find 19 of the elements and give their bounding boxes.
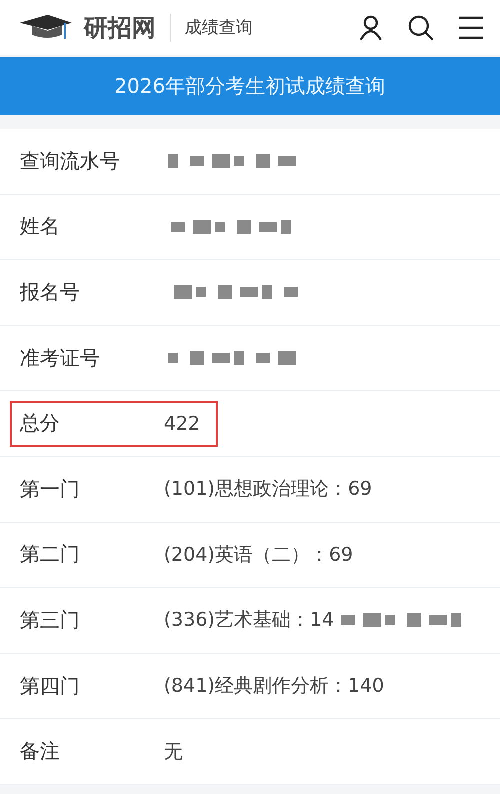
field-value: (336)艺术基础：14 — [164, 608, 334, 634]
field-label: 第四门 — [20, 672, 81, 700]
field-value: (101)思想政治理论：69 — [164, 477, 372, 502]
field-label: 准考证号 — [20, 344, 101, 372]
field-label: 姓名 — [20, 213, 61, 240]
field-label: 报名号 — [20, 278, 81, 306]
field-label: 第二门 — [20, 541, 81, 568]
banner-title: 2026年部分考生初试成绩查询 — [114, 72, 386, 100]
field-value: 422 — [164, 412, 200, 435]
field-label: 备注 — [20, 738, 61, 766]
field-value: (204)英语（二）：69 — [164, 542, 354, 568]
field-value: 无 — [164, 740, 183, 765]
field-label: 第一门 — [20, 476, 81, 503]
field-label: 查询流水号 — [20, 148, 121, 175]
field-value: (841)经典剧作分析：140 — [164, 674, 384, 700]
field-label: 第三门 — [20, 606, 81, 634]
site-logo-text[interactable]: 研招网 — [84, 12, 156, 44]
field-label: 总分 — [20, 410, 61, 438]
section-title: 成绩查询 — [185, 17, 253, 39]
